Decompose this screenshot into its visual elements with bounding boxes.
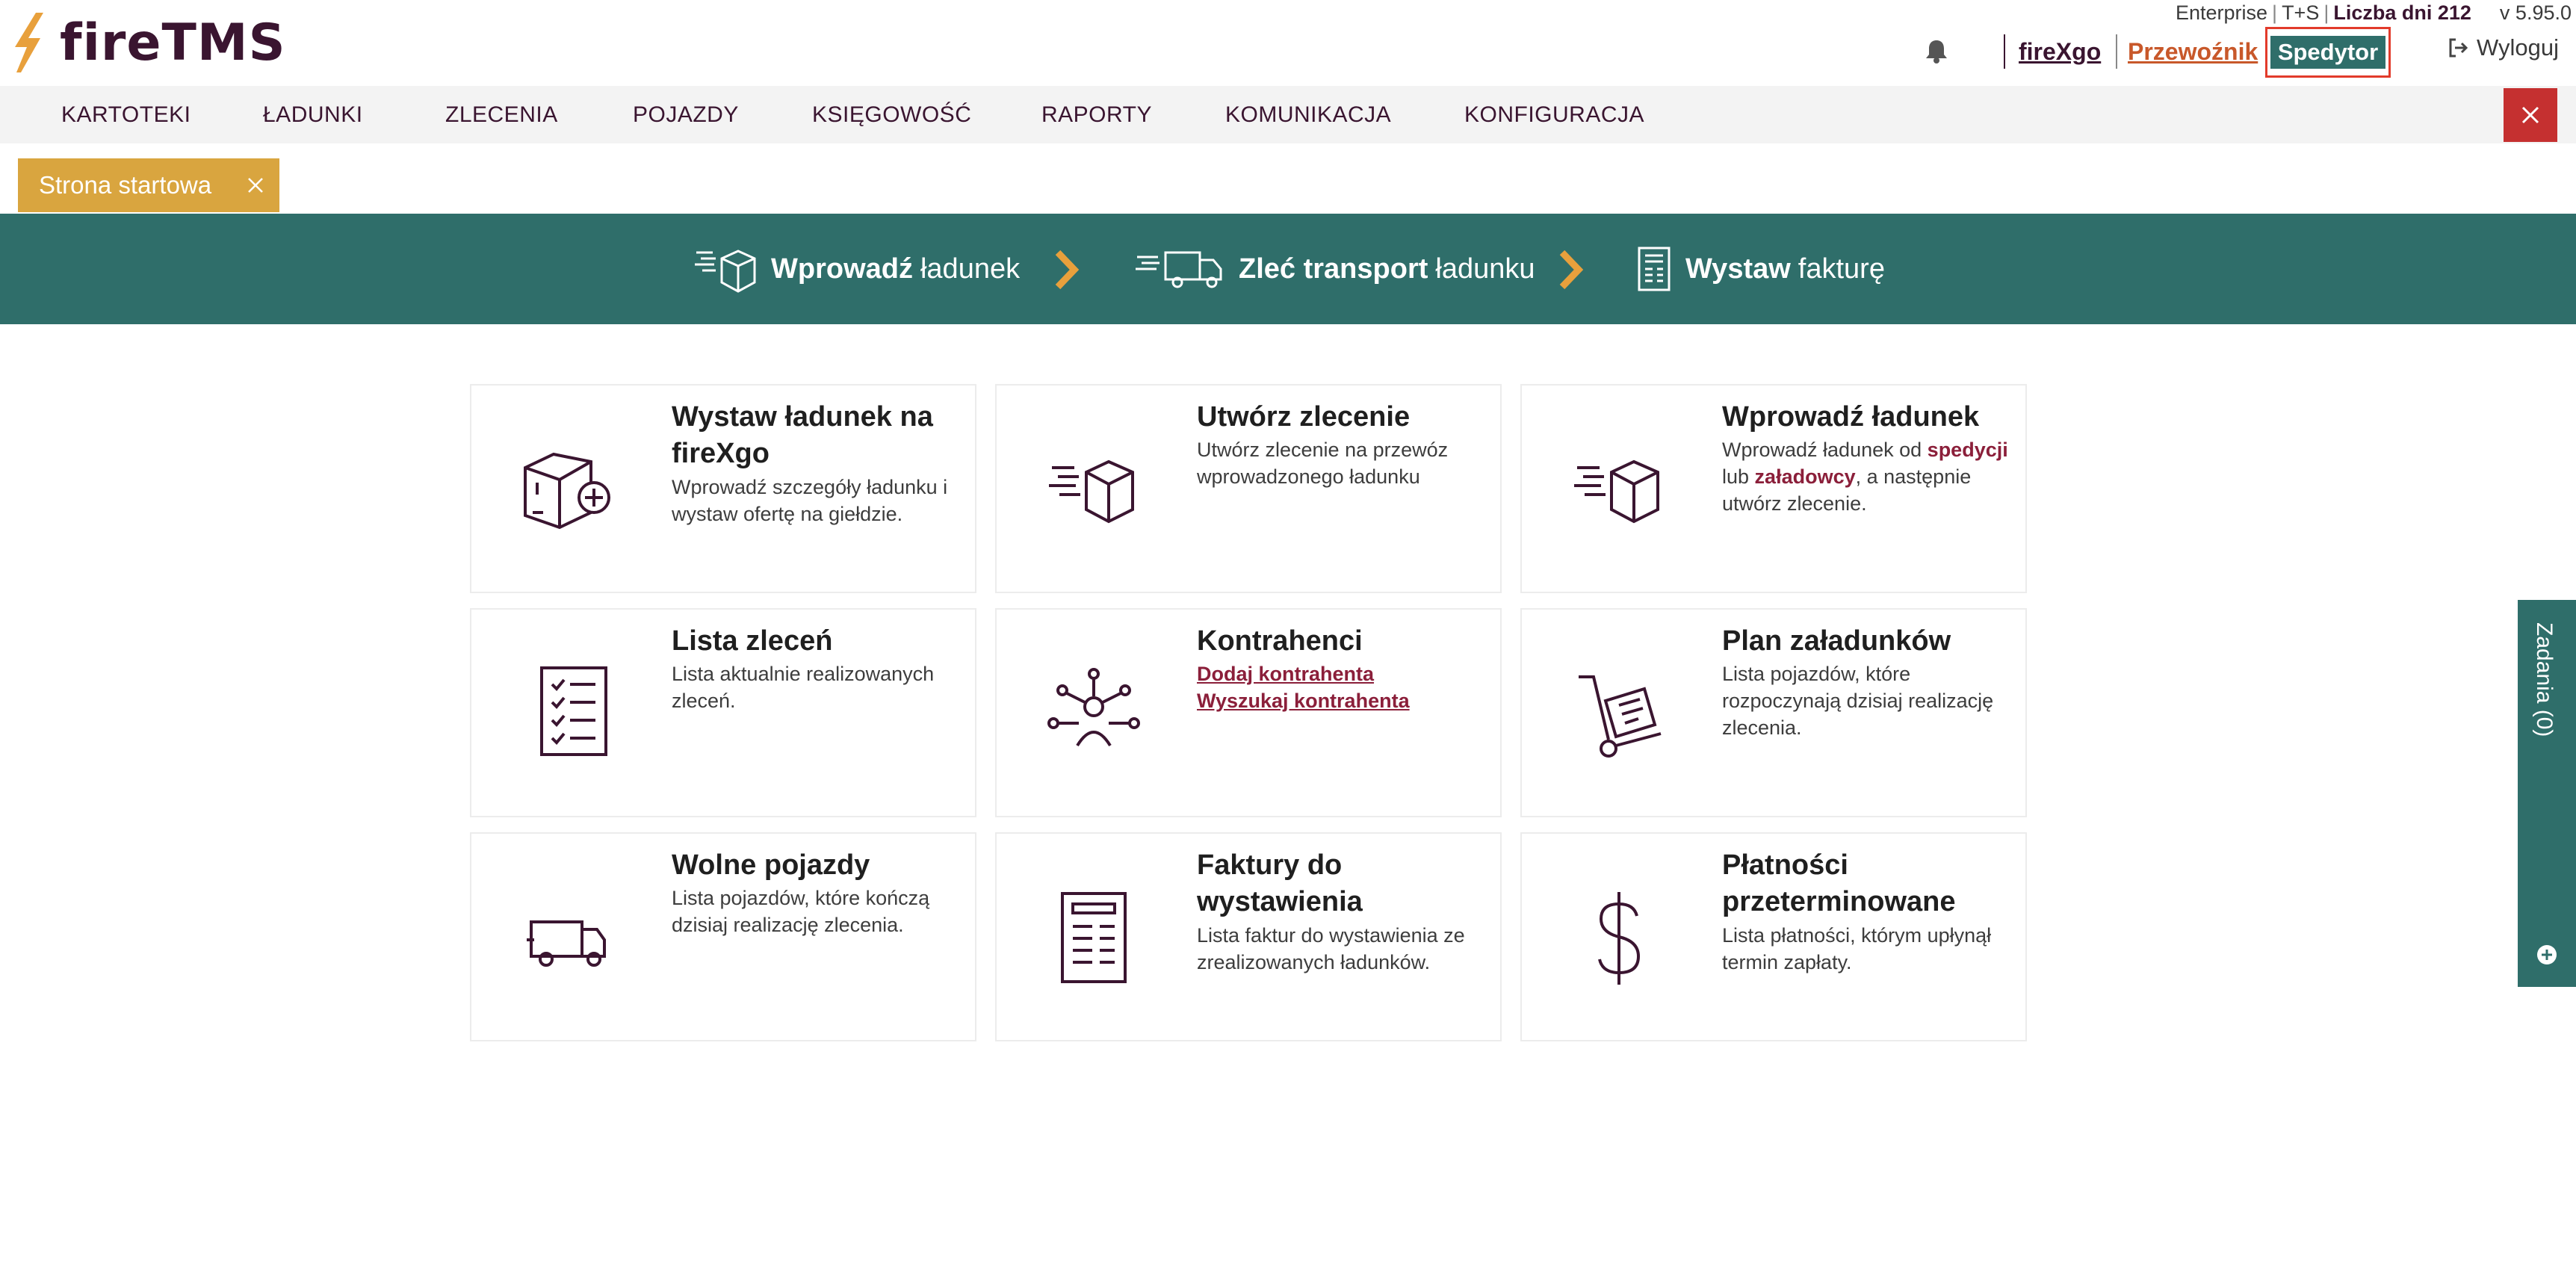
card-description: Utwórz zlecenie na przewóz wprowadzonego… — [1197, 439, 1449, 488]
step1-bold: Wprowadź — [771, 253, 913, 285]
card-title: Plan załadunków — [1722, 625, 1951, 657]
logout-label: Wyloguj — [2477, 34, 2559, 61]
moving-box-icon — [695, 250, 756, 293]
step3-rest: fakturę — [1798, 253, 1885, 285]
step2-rest: ładunku — [1435, 253, 1535, 285]
separator: | — [2272, 1, 2278, 24]
card-description: Lista faktur do wystawienia ze zrealizow… — [1197, 924, 1465, 973]
menu-konfiguracja[interactable]: KONFIGURACJA — [1464, 86, 1644, 143]
logout-icon — [2449, 38, 2468, 58]
plan-label: T+S — [2282, 1, 2320, 24]
spedycji-link[interactable]: spedycji — [1928, 439, 2008, 461]
card-title: Utwórz zlecenie — [1197, 401, 1411, 433]
version-label: v 5.95.0 — [2499, 1, 2572, 24]
step2-bold: Zleć transport — [1239, 253, 1428, 285]
tasks-label: Zadania (0) — [2532, 622, 2557, 737]
menu-kartoteki[interactable]: KARTOTEKI — [61, 86, 191, 143]
menu-ksiegowosc[interactable]: KSIĘGOWOŚĆ — [812, 86, 971, 143]
card-invoices-to-issue[interactable]: Faktury do wystawienia Lista faktur do w… — [995, 832, 1502, 1041]
truck-icon — [527, 920, 606, 967]
card-publish-load-firexgo[interactable]: Wystaw ładunek na fireXgo Wprowadź szcze… — [470, 384, 976, 593]
card-loading-plan[interactable]: Plan załadunków Lista pojazdów, które ro… — [1520, 608, 2027, 817]
card-description: Lista pojazdów, które rozpoczynają dzisi… — [1722, 663, 1994, 739]
card-title: Kontrahenci — [1197, 625, 1363, 657]
chevron-right-icon — [1559, 250, 1584, 290]
card-description: Lista pojazdów, które kończą dzisiaj rea… — [672, 887, 930, 936]
bell-icon[interactable] — [1922, 36, 1951, 66]
tab-close-icon[interactable] — [247, 176, 264, 194]
license-info: Enterprise | T+S | Liczba dni 212 v 5.95… — [2176, 0, 2572, 25]
workflow-step-issue-invoice[interactable]: Wystaw fakturę — [1636, 214, 1885, 324]
close-icon — [2521, 106, 2539, 124]
workflow-step-enter-load[interactable]: Wprowadź ładunek — [693, 214, 1020, 324]
edition-label: Enterprise — [2175, 1, 2268, 24]
step3-bold: Wystaw — [1685, 253, 1791, 285]
top-bar: fireTMS Enterprise | T+S | Liczba dni 21… — [0, 0, 2576, 86]
firexgo-link[interactable]: fireXgo — [2004, 34, 2116, 69]
menu-pojazdy[interactable]: POJAZDY — [633, 86, 739, 143]
card-description: Wprowadź szczegóły ładunku i wystaw ofer… — [672, 476, 948, 525]
card-description: Lista aktualnie realizowanych zleceń. — [672, 663, 935, 712]
add-contractor-link[interactable]: Dodaj kontrahenta — [1197, 660, 1488, 687]
step1-rest: ładunek — [920, 253, 1021, 285]
card-title: Wolne pojazdy — [672, 849, 870, 881]
card-overdue-payments[interactable]: Płatności przeterminowane Lista płatnośc… — [1520, 832, 2027, 1041]
search-contractor-link[interactable]: Wyszukaj kontrahenta — [1197, 687, 1488, 714]
moving-box-icon — [1049, 459, 1134, 524]
desc-text: Wprowadź ładunek od — [1722, 439, 1922, 461]
separator: | — [2323, 1, 2329, 24]
menu-ladunki[interactable]: ŁADUNKI — [263, 86, 363, 143]
firetms-logo[interactable]: fireTMS — [13, 10, 286, 75]
card-title: Wprowadź ładunek — [1722, 401, 1980, 433]
card-contractors: Kontrahenci Dodaj kontrahenta Wyszukaj k… — [995, 608, 1502, 817]
workflow-banner: Wprowadź ładunek Zleć transport ładunku … — [0, 214, 2576, 324]
box-plus-icon — [524, 452, 610, 530]
dollar-icon — [1598, 892, 1641, 985]
logout-button[interactable]: Wyloguj — [2447, 31, 2559, 64]
tab-strona-startowa[interactable]: Strona startowa — [18, 158, 279, 212]
card-create-order[interactable]: Utwórz zlecenie Utwórz zlecenie na przew… — [995, 384, 1502, 593]
logo-text: fireTMS — [60, 13, 286, 72]
tasks-side-panel[interactable]: Zadania (0) — [2518, 600, 2576, 987]
invoice-icon — [1638, 247, 1671, 291]
truck-fast-icon — [1136, 251, 1222, 288]
card-enter-load[interactable]: Wprowadź ładunek Wprowadź ładunek od spe… — [1520, 384, 2027, 593]
menu-zlecenia[interactable]: ZLECENIA — [445, 86, 558, 143]
invoice-icon — [1061, 892, 1127, 983]
close-menu-button[interactable] — [2504, 88, 2557, 142]
desc-text: lub — [1722, 465, 1750, 488]
network-person-icon — [1047, 668, 1140, 747]
spedytor-mode-selected[interactable]: Spedytor — [2265, 27, 2391, 78]
flame-logo-icon — [15, 13, 43, 72]
card-description: Lista płatności, którym upłynął termin z… — [1722, 924, 1992, 973]
workflow-step-order-transport[interactable]: Zleć transport ładunku — [1136, 214, 1535, 324]
card-title: Lista zleceń — [672, 625, 833, 657]
tab-label: Strona startowa — [39, 171, 212, 199]
card-title: Faktury do wystawienia — [1197, 849, 1363, 917]
add-task-icon[interactable] — [2536, 944, 2558, 966]
moving-box-icon — [1574, 459, 1659, 524]
card-order-list[interactable]: Lista zleceń Lista aktualnie realizowany… — [470, 608, 976, 817]
card-title: Wystaw ładunek na fireXgo — [672, 401, 933, 469]
menu-raporty[interactable]: RAPORTY — [1041, 86, 1152, 143]
hand-truck-icon — [1579, 675, 1662, 758]
contractor-links: Dodaj kontrahenta Wyszukaj kontrahenta — [1197, 660, 1488, 714]
main-menu: KARTOTEKI ŁADUNKI ZLECENIA POJAZDY KSIĘG… — [0, 86, 2576, 143]
card-free-vehicles[interactable]: Wolne pojazdy Lista pojazdów, które końc… — [470, 832, 976, 1041]
card-title: Płatności przeterminowane — [1722, 849, 1956, 917]
card-description: Wprowadź ładunek od spedycji lub załadow… — [1722, 436, 2013, 517]
przewoznik-link[interactable]: Przewoźnik — [2116, 34, 2270, 69]
menu-komunikacja[interactable]: KOMUNIKACJA — [1225, 86, 1391, 143]
chevron-right-icon — [1055, 250, 1080, 290]
checklist-icon — [540, 666, 607, 756]
days-left-label: Liczba dni 212 — [2333, 1, 2471, 24]
zaladowcy-link[interactable]: załadowcy — [1755, 465, 1856, 488]
spedytor-button[interactable]: Spedytor — [2270, 36, 2386, 69]
